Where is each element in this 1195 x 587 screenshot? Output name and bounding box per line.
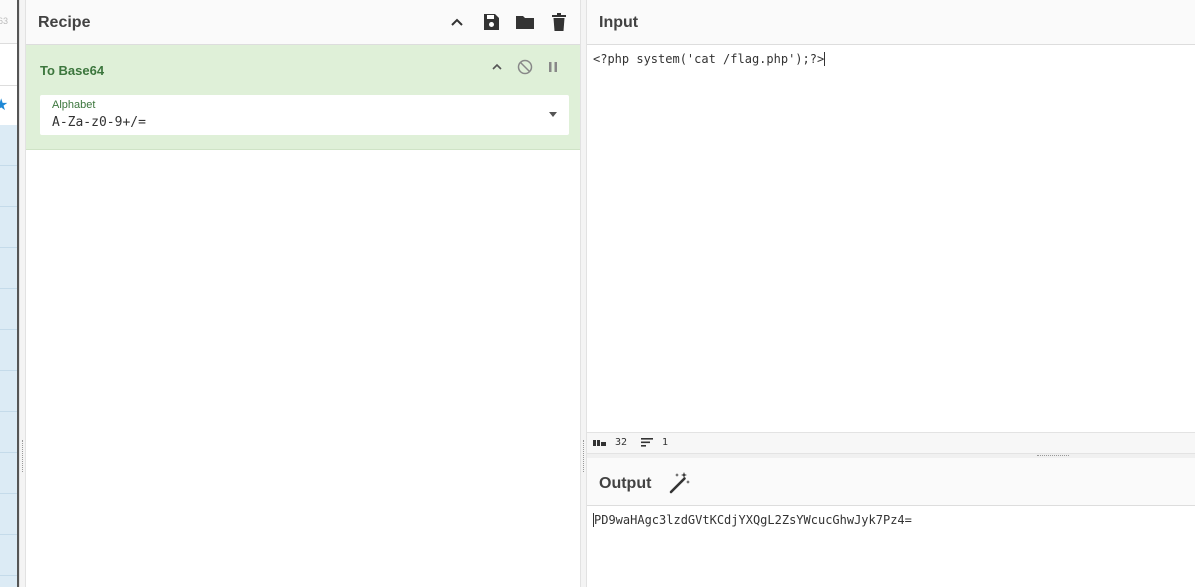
input-lines-stat: 1 [641, 437, 668, 448]
left-gutter-resizer[interactable] [19, 0, 26, 587]
lines-icon [641, 438, 653, 447]
trash-icon [552, 13, 566, 31]
save-icon [484, 14, 499, 30]
disable-operation-button[interactable] [516, 58, 534, 76]
alphabet-label: Alphabet [52, 99, 96, 111]
resize-grip [22, 440, 23, 472]
collapse-all-button[interactable] [445, 10, 469, 34]
input-title: Input [599, 14, 639, 31]
output-textarea[interactable]: PD9waHAgc3lzdGVtKCdjYXQgL2ZsYWcucGhwJyk7… [593, 513, 912, 527]
alphabet-select[interactable]: Alphabet A-Za-z0-9+/= [40, 95, 569, 135]
input-length: 32 [615, 437, 628, 448]
resize-grip [583, 440, 584, 472]
collapse-operation-button[interactable] [488, 58, 506, 76]
recipe-header: Recipe [26, 0, 583, 45]
clear-recipe-button[interactable] [547, 10, 571, 34]
io-pane: Input <?php system('cat /flag.php');?> 3… [587, 0, 1195, 587]
recipe-title: Recipe [38, 14, 91, 31]
output-title: Output [599, 475, 652, 492]
recipe-pane: Recipe To Base64 Alphabet A-Za-z0-9+/= [26, 0, 583, 587]
chevron-up-icon [451, 18, 463, 26]
input-value: <?php system('cat /flag.php');?> [593, 52, 825, 66]
load-recipe-button[interactable] [513, 10, 537, 34]
output-value: PD9waHAgc3lzdGVtKCdjYXQgL2ZsYWcucGhwJyk7… [594, 513, 912, 527]
save-recipe-button[interactable] [479, 10, 503, 34]
input-status-bar: 32 1 [587, 432, 1195, 454]
favourite-star-icon[interactable]: ★ [0, 95, 8, 115]
cyberchef-app: 63 ★ Recipe To Base64 Alphabet A-Za-z0-9… [0, 0, 1195, 587]
input-text: <?php system('cat /flag.php');?> [593, 52, 826, 66]
magic-wand-icon[interactable] [667, 471, 691, 495]
abc-icon [593, 439, 606, 446]
input-lines: 1 [662, 437, 669, 448]
dropdown-caret-icon[interactable] [549, 112, 557, 117]
recipe-io-resizer[interactable] [580, 0, 587, 587]
resize-grip [1037, 455, 1069, 456]
chevron-up-icon [492, 63, 502, 70]
folder-icon [516, 16, 534, 29]
input-textarea[interactable]: <?php system('cat /flag.php');?> [587, 45, 1195, 432]
output-header: Output [587, 458, 1195, 506]
breakpoint-button[interactable] [544, 58, 562, 76]
input-header: Input [587, 0, 1195, 45]
disable-icon [517, 59, 533, 75]
recipe-operation-to-base64[interactable]: To Base64 Alphabet A-Za-z0-9+/= [26, 45, 583, 150]
pause-icon [549, 62, 557, 72]
operation-title: To Base64 [40, 63, 105, 78]
operations-count: 63 [0, 16, 9, 26]
alphabet-value: A-Za-z0-9+/= [52, 115, 146, 130]
input-length-stat: 32 [593, 437, 627, 448]
text-cursor [824, 52, 826, 66]
